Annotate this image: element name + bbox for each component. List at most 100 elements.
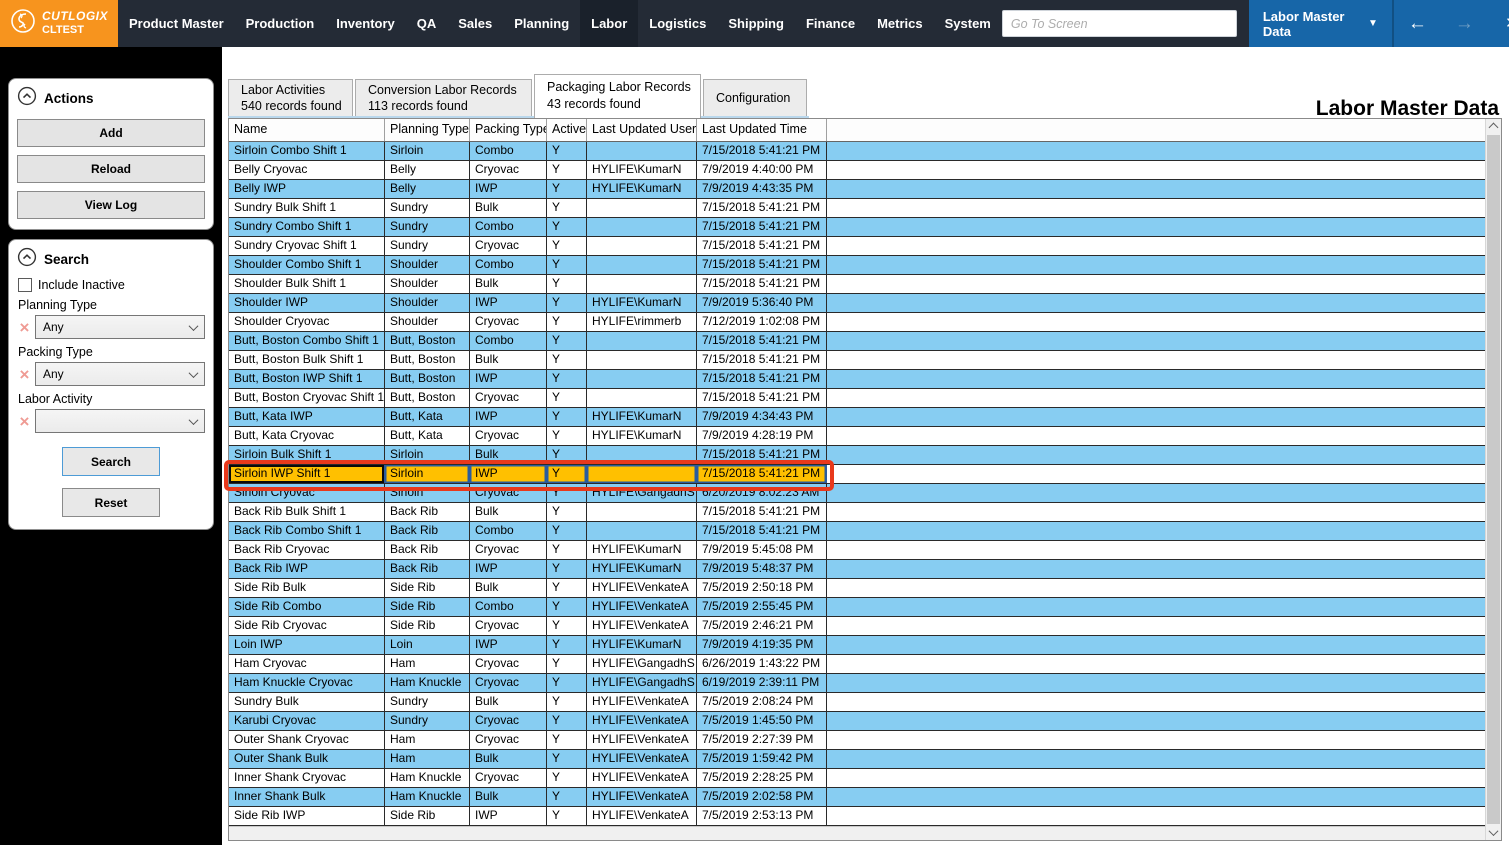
cell-active[interactable]: Y (547, 142, 587, 160)
cell-planning-type[interactable]: Sundry (385, 218, 470, 236)
cell-last-updated-user[interactable] (587, 218, 697, 236)
table-row[interactable]: Butt, Boston IWP Shift 1 Butt, Boston IW… (229, 370, 1485, 389)
cell-active[interactable]: Y (547, 674, 587, 692)
table-row[interactable]: Karubi Cryovac Sundry Cryovac Y HYLIFE\V… (229, 712, 1485, 731)
cell-planning-type[interactable]: Ham (385, 655, 470, 673)
cell-packing-type[interactable]: IWP (470, 294, 547, 312)
cell-packing-type[interactable]: IWP (470, 408, 547, 426)
cell-name[interactable]: Belly IWP (229, 180, 385, 198)
menu-item[interactable]: Shipping (717, 0, 795, 47)
menu-item[interactable]: Labor (580, 0, 639, 47)
cell-planning-type[interactable]: Sundry (385, 237, 470, 255)
cell-name[interactable]: Back Rib Combo Shift 1 (229, 522, 385, 540)
cell-planning-type[interactable]: Side Rib (385, 807, 470, 825)
cell-packing-type[interactable]: Cryovac (470, 313, 547, 331)
cell-planning-type[interactable]: Butt, Boston (385, 332, 470, 350)
table-row[interactable]: Sirloin Cryovac Sirloin Cryovac Y HYLIFE… (229, 484, 1485, 503)
cell-name[interactable]: Side Rib Cryovac (229, 617, 385, 635)
cell-last-updated-user[interactable]: HYLIFE\KumarN (587, 541, 697, 559)
table-row[interactable]: Sirloin Bulk Shift 1 Sirloin Bulk Y 7/15… (229, 446, 1485, 465)
cell-planning-type[interactable]: Ham Knuckle (385, 674, 470, 692)
cell-packing-type[interactable]: Cryovac (470, 484, 547, 502)
cell-last-updated-time[interactable]: 7/5/2019 2:46:21 PM (697, 617, 827, 635)
vertical-scrollbar[interactable] (1485, 119, 1501, 840)
table-row[interactable]: Butt, Kata IWP Butt, Kata IWP Y HYLIFE\K… (229, 408, 1485, 427)
cell-planning-type[interactable]: Butt, Kata (385, 408, 470, 426)
cell-planning-type[interactable]: Back Rib (385, 522, 470, 540)
cell-active[interactable]: Y (547, 370, 587, 388)
cell-last-updated-user[interactable]: HYLIFE\GangadhS (587, 655, 697, 673)
menu-item[interactable]: Production (235, 0, 326, 47)
column-header-active[interactable]: Active (547, 119, 587, 141)
clear-filter-icon[interactable]: × (17, 366, 32, 383)
cell-active[interactable]: Y (547, 256, 587, 274)
cell-active[interactable]: Y (547, 731, 587, 749)
cell-name[interactable]: Inner Shank Bulk (229, 788, 385, 806)
cell-last-updated-user[interactable] (587, 503, 697, 521)
cell-last-updated-user[interactable]: HYLIFE\KumarN (587, 408, 697, 426)
cell-last-updated-user[interactable]: HYLIFE\GangadhS (587, 484, 697, 502)
cell-last-updated-user[interactable]: HYLIFE\KumarN (587, 427, 697, 445)
cell-last-updated-time[interactable]: 7/15/2018 5:41:21 PM (697, 199, 827, 217)
cell-last-updated-time[interactable]: 6/26/2019 1:43:22 PM (697, 655, 827, 673)
cell-name[interactable]: Butt, Boston Combo Shift 1 (229, 332, 385, 350)
cell-active[interactable]: Y (547, 237, 587, 255)
cell-last-updated-time[interactable]: 7/15/2018 5:41:21 PM (697, 142, 827, 160)
cell-last-updated-time[interactable]: 7/5/2019 2:53:13 PM (697, 807, 827, 825)
cell-active[interactable]: Y (547, 807, 587, 825)
cell-planning-type[interactable]: Shoulder (385, 275, 470, 293)
cell-last-updated-user[interactable] (587, 465, 697, 483)
cell-name[interactable]: Sundry Bulk Shift 1 (229, 199, 385, 217)
cell-last-updated-time[interactable]: 7/15/2018 5:41:21 PM (697, 275, 827, 293)
cell-last-updated-time[interactable]: 7/9/2019 4:28:19 PM (697, 427, 827, 445)
cell-active[interactable]: Y (547, 218, 587, 236)
cell-packing-type[interactable]: Combo (470, 142, 547, 160)
cell-planning-type[interactable]: Side Rib (385, 579, 470, 597)
cell-packing-type[interactable]: IWP (470, 807, 547, 825)
table-row[interactable]: Side Rib IWP Side Rib IWP Y HYLIFE\Venka… (229, 807, 1485, 826)
cell-planning-type[interactable]: Shoulder (385, 313, 470, 331)
cell-last-updated-user[interactable]: HYLIFE\VenkateA (587, 712, 697, 730)
menu-item[interactable]: Planning (503, 0, 580, 47)
cell-last-updated-time[interactable]: 7/5/2019 2:28:25 PM (697, 769, 827, 787)
cell-name[interactable]: Sirloin Bulk Shift 1 (229, 446, 385, 464)
cell-packing-type[interactable]: Combo (470, 218, 547, 236)
cell-active[interactable]: Y (547, 712, 587, 730)
cell-active[interactable]: Y (547, 541, 587, 559)
cell-planning-type[interactable]: Sirloin (385, 484, 470, 502)
menu-item[interactable]: System (934, 0, 1002, 47)
cell-packing-type[interactable]: Bulk (470, 351, 547, 369)
table-row[interactable]: Butt, Boston Combo Shift 1 Butt, Boston … (229, 332, 1485, 351)
cell-last-updated-time[interactable]: 7/15/2018 5:41:21 PM (697, 370, 827, 388)
cell-planning-type[interactable]: Belly (385, 180, 470, 198)
cell-last-updated-user[interactable]: HYLIFE\KumarN (587, 636, 697, 654)
cell-last-updated-time[interactable]: 7/15/2018 5:41:21 PM (697, 218, 827, 236)
cell-last-updated-time[interactable]: 7/9/2019 4:19:35 PM (697, 636, 827, 654)
cell-packing-type[interactable]: Cryovac (470, 237, 547, 255)
menu-item[interactable]: Metrics (866, 0, 934, 47)
cell-last-updated-user[interactable]: HYLIFE\rimmerb (587, 313, 697, 331)
cell-name[interactable]: Shoulder Cryovac (229, 313, 385, 331)
cell-planning-type[interactable]: Sundry (385, 693, 470, 711)
table-row[interactable]: Back Rib Combo Shift 1 Back Rib Combo Y … (229, 522, 1485, 541)
collapse-chevron-icon[interactable] (17, 247, 37, 272)
menu-item[interactable]: Product Master (118, 0, 235, 47)
scroll-up-icon[interactable] (1486, 119, 1501, 135)
cell-last-updated-user[interactable]: HYLIFE\KumarN (587, 294, 697, 312)
cell-last-updated-user[interactable] (587, 351, 697, 369)
cell-packing-type[interactable]: Cryovac (470, 731, 547, 749)
cell-active[interactable]: Y (547, 769, 587, 787)
cell-active[interactable]: Y (547, 313, 587, 331)
table-row[interactable]: Butt, Kata Cryovac Butt, Kata Cryovac Y … (229, 427, 1485, 446)
table-row[interactable]: Belly Cryovac Belly Cryovac Y HYLIFE\Kum… (229, 161, 1485, 180)
cell-last-updated-user[interactable] (587, 237, 697, 255)
cell-last-updated-time[interactable]: 7/5/2019 2:02:58 PM (697, 788, 827, 806)
cell-packing-type[interactable]: Cryovac (470, 389, 547, 407)
cell-packing-type[interactable]: IWP (470, 636, 547, 654)
cell-planning-type[interactable]: Butt, Boston (385, 370, 470, 388)
cell-last-updated-user[interactable]: HYLIFE\VenkateA (587, 788, 697, 806)
table-row[interactable]: Outer Shank Cryovac Ham Cryovac Y HYLIFE… (229, 731, 1485, 750)
reload-button[interactable]: Reload (17, 155, 205, 183)
cell-active[interactable]: Y (547, 617, 587, 635)
cell-packing-type[interactable]: IWP (470, 560, 547, 578)
